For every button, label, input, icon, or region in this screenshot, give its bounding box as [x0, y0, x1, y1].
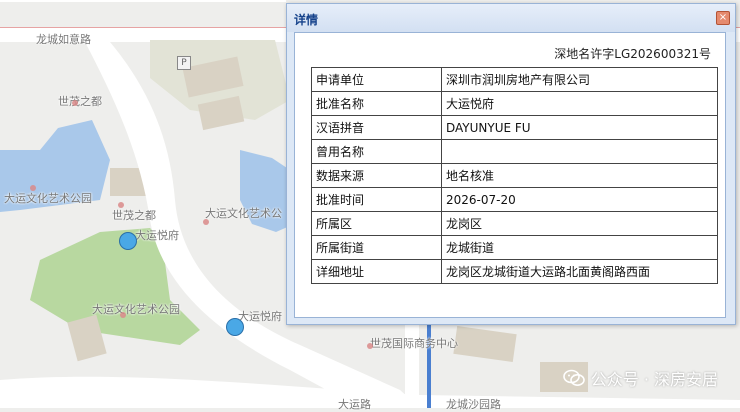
poi-dot	[203, 219, 209, 225]
map-label-shimao-business: 世茂国际商务中心	[370, 337, 458, 350]
close-button[interactable]: ×	[716, 11, 730, 25]
popup-body: 深地名许字LG202600321号 申请单位 深圳市润圳房地产有限公司 批准名称…	[294, 32, 726, 318]
wechat-icon	[562, 369, 585, 386]
row-value: 深圳市润圳房地产有限公司	[441, 67, 718, 92]
row-value: 龙岗区	[441, 211, 718, 236]
watermark-text: 公众号 · 深房安居	[590, 370, 718, 389]
map-label-dayun-culture-1: 大运文化艺术公园	[4, 192, 92, 205]
map-label-dayun-yuefu-1: 大运悦府	[135, 229, 179, 242]
map-label-shimao-1: 世茂之都	[58, 95, 102, 108]
row-value	[441, 139, 718, 164]
table-row: 批准名称 大运悦府	[311, 91, 718, 116]
map-label-top-road: 龙城如意路	[36, 33, 91, 46]
location-marker-dayun-yuefu-2[interactable]	[226, 318, 244, 336]
map-label-dayun-culture-3: 大运文化艺术公园	[92, 303, 180, 316]
row-key: 所属街道	[311, 235, 442, 260]
poi-dot	[120, 312, 126, 318]
row-value: 2026-07-20	[441, 187, 718, 212]
row-key: 曾用名称	[311, 139, 442, 164]
poi-dot	[367, 343, 373, 349]
parking-icon: P	[177, 56, 191, 70]
row-value: 大运悦府	[441, 91, 718, 116]
table-row: 申请单位 深圳市润圳房地产有限公司	[311, 67, 718, 92]
table-row: 所属街道 龙城街道	[311, 235, 718, 260]
map-label-dayun-yuefu-2: 大运悦府	[238, 310, 282, 323]
row-key: 批准时间	[311, 187, 442, 212]
table-row: 曾用名称	[311, 139, 718, 164]
table-row: 批准时间 2026-07-20	[311, 187, 718, 212]
poi-dot	[72, 100, 78, 106]
row-value: 地名核准	[441, 163, 718, 188]
location-marker-dayun-yuefu-1[interactable]	[119, 232, 137, 250]
row-value: 龙城街道	[441, 235, 718, 260]
table-row: 详细地址 龙岗区龙城街道大运路北面黄阁路西面	[311, 259, 718, 284]
detail-table: 申请单位 深圳市润圳房地产有限公司 批准名称 大运悦府 汉语拼音 DAYUNYU…	[311, 67, 718, 284]
row-value: 龙岗区龙城街道大运路北面黄阁路西面	[441, 259, 718, 284]
poi-dot	[30, 185, 36, 191]
row-key: 详细地址	[311, 259, 442, 284]
table-row: 数据来源 地名核准	[311, 163, 718, 188]
map-label-dayun-road: 大运路	[338, 398, 371, 411]
table-row: 汉语拼音 DAYUNYUE FU	[311, 115, 718, 140]
map-label-dayun-culture-2: 大运文化艺术公	[205, 207, 282, 220]
table-row: 所属区 龙岗区	[311, 211, 718, 236]
row-key: 所属区	[311, 211, 442, 236]
row-key: 汉语拼音	[311, 115, 442, 140]
popup-header[interactable]: 详情 ×	[287, 4, 735, 32]
row-key: 申请单位	[311, 67, 442, 92]
poi-dot	[118, 202, 124, 208]
map-label-longcheng-sha-road: 龙城沙园路	[446, 398, 501, 411]
close-icon: ×	[718, 12, 728, 23]
row-key: 数据来源	[311, 163, 442, 188]
detail-popup: 详情 × 深地名许字LG202600321号 申请单位 深圳市润圳房地产有限公司…	[286, 3, 736, 325]
map-label-shimao-2: 世茂之都	[112, 209, 156, 222]
row-value: DAYUNYUE FU	[441, 115, 718, 140]
popup-title: 详情	[294, 13, 319, 27]
permit-number: 深地名许字LG202600321号	[554, 47, 711, 61]
watermark: 公众号 · 深房安居	[562, 366, 718, 390]
row-key: 批准名称	[311, 91, 442, 116]
